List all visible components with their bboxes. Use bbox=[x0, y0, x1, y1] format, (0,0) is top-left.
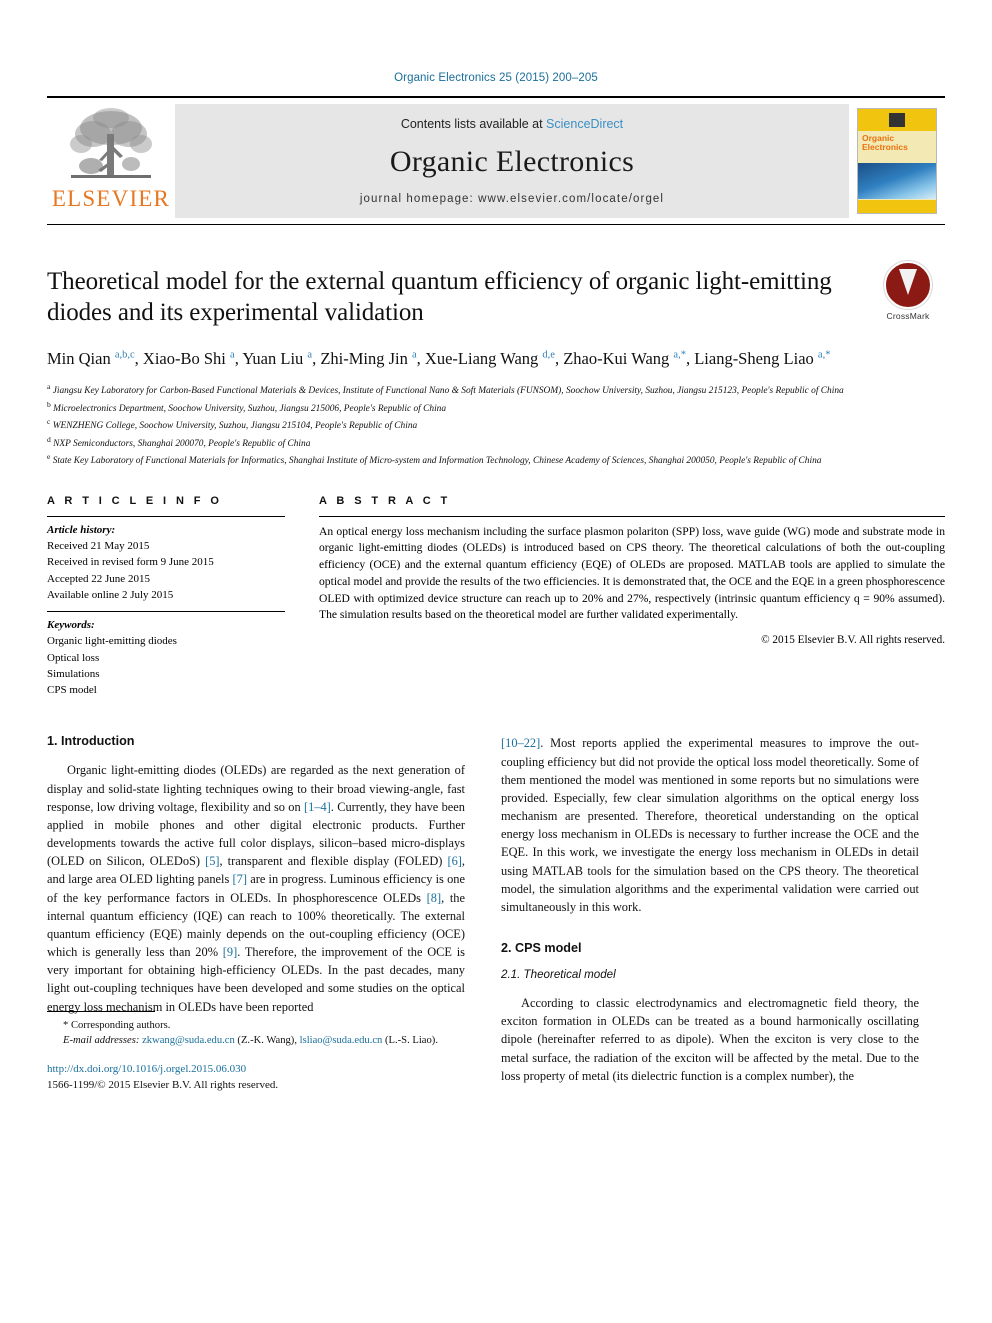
heading-cps-model: 2. CPS model bbox=[501, 941, 582, 956]
affiliation-item: c WENZHENG College, Soochow University, … bbox=[47, 417, 418, 432]
affiliation-list: a Jiangsu Key Laboratory for Carbon-Base… bbox=[47, 382, 945, 468]
journal-masthead: ELSEVIER Contents lists available at Sci… bbox=[47, 96, 945, 225]
crossmark-label: CrossMark bbox=[886, 311, 930, 321]
intro-paragraph-2: [10–22]. Most reports applied the experi… bbox=[501, 736, 919, 914]
contents-prefix: Contents lists available at bbox=[400, 117, 547, 131]
journal-homepage-link[interactable]: journal homepage: www.elsevier.com/locat… bbox=[360, 193, 664, 205]
contents-available-line: Contents lists available at ScienceDirec… bbox=[401, 117, 623, 131]
abstract-column: A B S T R A C T An optical energy loss m… bbox=[319, 495, 945, 699]
abstract-text: An optical energy loss mechanism includi… bbox=[319, 524, 945, 622]
journal-cover-thumbnail: Organic Electronics bbox=[849, 98, 945, 224]
crossmark-badge[interactable]: CrossMark bbox=[871, 261, 945, 321]
journal-name: Organic Electronics bbox=[389, 145, 635, 178]
article-info-heading: A R T I C L E I N F O bbox=[47, 494, 223, 507]
author-list: Min Qian a,b,c, Xiao-Bo Shi a, Yuan Liu … bbox=[47, 348, 831, 368]
list-item: Received in revised form 9 June 2015 bbox=[47, 556, 214, 569]
title-section: Theoretical model for the external quant… bbox=[47, 261, 945, 329]
cover-title-line2: Electronics bbox=[862, 141, 908, 152]
keywords-group: Keywords: Organic light-emitting diodes O… bbox=[47, 612, 285, 698]
elsevier-tree-icon bbox=[70, 108, 152, 178]
issn-copyright-line: 1566-1199/© 2015 Elsevier B.V. All right… bbox=[47, 1079, 279, 1092]
list-item: Available online 2 July 2015 bbox=[47, 588, 174, 601]
email-addresses-note[interactable]: E-mail addresses: zkwang@suda.edu.cn (Z.… bbox=[47, 1033, 465, 1048]
cps-paragraph-1: According to classic electrodynamics and… bbox=[501, 996, 919, 1083]
body-columns: 1. Introduction Organic light-emitting d… bbox=[47, 734, 945, 1094]
affiliation-item: e State Key Laboratory of Functional Mat… bbox=[47, 452, 822, 467]
keyword-items: Organic light-emitting diodes Optical los… bbox=[47, 633, 285, 698]
heading-theoretical-model: 2.1. Theoretical model bbox=[501, 968, 616, 982]
intro-paragraph-1: Organic light-emitting diodes (OLEDs) ar… bbox=[47, 763, 466, 1014]
page-title: Theoretical model for the external quant… bbox=[47, 268, 832, 326]
elsevier-wordmark: ELSEVIER bbox=[51, 186, 171, 211]
affiliation-item: d NXP Semiconductors, Shanghai 200070, P… bbox=[47, 434, 311, 449]
left-column: 1. Introduction Organic light-emitting d… bbox=[47, 734, 465, 1094]
footnote-rule bbox=[47, 1011, 155, 1013]
sciencedirect-link[interactable]: ScienceDirect bbox=[546, 117, 623, 131]
list-item: Optical loss bbox=[47, 651, 100, 664]
list-item: CPS model bbox=[47, 684, 97, 697]
article-history-items: Received 21 May 2015 Received in revised … bbox=[47, 538, 285, 603]
abstract-copyright: © 2015 Elsevier B.V. All rights reserved… bbox=[761, 633, 945, 646]
list-item: Received 21 May 2015 bbox=[47, 540, 150, 553]
info-abstract-section: A R T I C L E I N F O Article history: R… bbox=[47, 495, 945, 699]
list-item: Accepted 22 June 2015 bbox=[47, 572, 150, 585]
cover-footer-band bbox=[858, 200, 936, 213]
journal-title-block: Contents lists available at ScienceDirec… bbox=[175, 104, 849, 218]
running-head: Organic Electronics 25 (2015) 200–205 bbox=[394, 72, 598, 84]
paper-page: Organic Electronics 25 (2015) 200–205 EL… bbox=[0, 0, 992, 1323]
affiliation-item: a Jiangsu Key Laboratory for Carbon-Base… bbox=[47, 382, 844, 397]
article-info-column: A R T I C L E I N F O Article history: R… bbox=[47, 495, 285, 699]
footnote-block: * Corresponding authors. E-mail addresse… bbox=[47, 1011, 465, 1094]
crossmark-icon bbox=[884, 261, 932, 309]
corresponding-authors-note: * Corresponding authors. bbox=[63, 1020, 171, 1032]
right-column: [10–22]. Most reports applied the experi… bbox=[501, 734, 919, 1094]
abstract-heading: A B S T R A C T bbox=[319, 494, 451, 507]
article-history-label: Article history: bbox=[47, 523, 116, 536]
article-history-group: Article history: Received 21 May 2015 Rec… bbox=[47, 522, 285, 611]
list-item: Organic light-emitting diodes bbox=[47, 635, 177, 648]
cover-artwork bbox=[858, 163, 936, 199]
heading-introduction: 1. Introduction bbox=[47, 734, 135, 749]
list-item: Simulations bbox=[47, 667, 100, 680]
doi-link[interactable]: http://dx.doi.org/10.1016/j.orgel.2015.0… bbox=[47, 1062, 465, 1078]
affiliation-item: b Microelectronics Department, Soochow U… bbox=[47, 399, 447, 415]
keywords-label: Keywords: bbox=[47, 619, 95, 632]
elsevier-logo: ELSEVIER bbox=[47, 98, 175, 224]
